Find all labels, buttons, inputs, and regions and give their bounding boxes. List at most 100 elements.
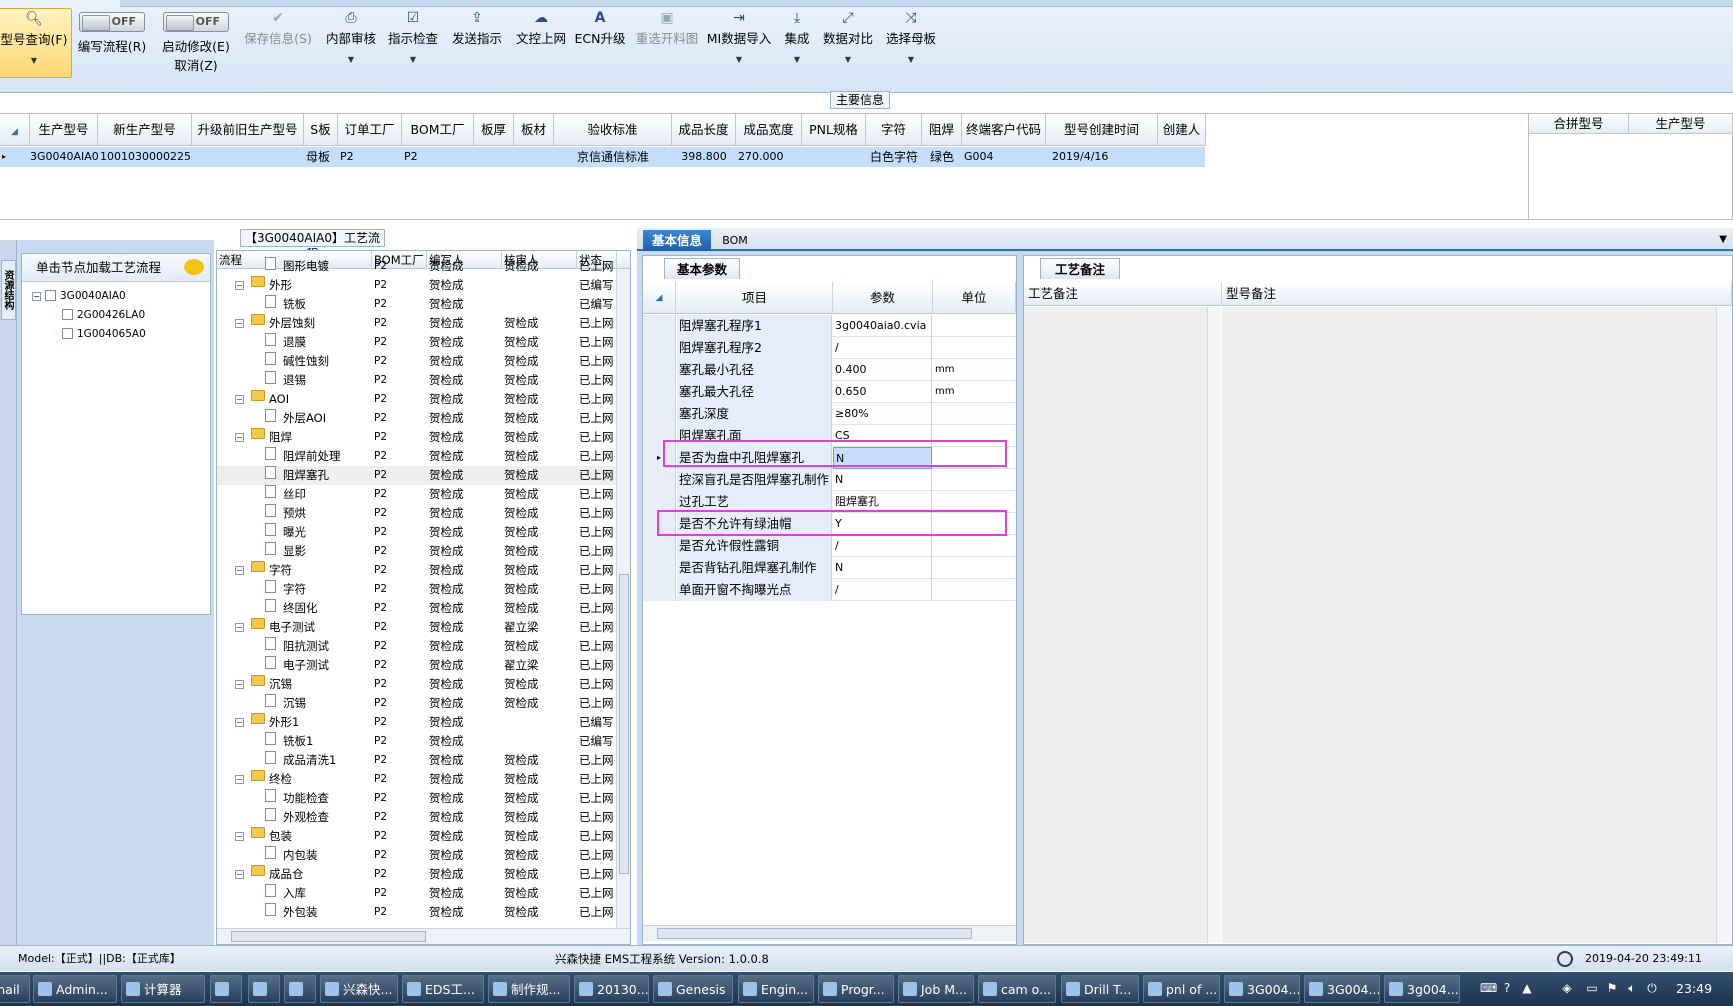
- collapse-icon[interactable]: −: [235, 832, 244, 841]
- table-row[interactable]: 是否背钻孔阻焊塞孔制作 N: [643, 557, 1016, 579]
- cell-value[interactable]: /: [833, 579, 932, 601]
- table-row[interactable]: 是否允许假性露铜 /: [643, 535, 1016, 557]
- network-icon[interactable]: ◈: [1560, 981, 1574, 995]
- tree-node-child[interactable]: 2G00426LA0: [62, 306, 145, 324]
- col-value[interactable]: 参数: [833, 282, 933, 314]
- collapse-icon[interactable]: −: [235, 433, 244, 442]
- cell-value[interactable]: 0.650: [833, 381, 932, 403]
- table-row[interactable]: 单面开窗不掏曝光点 /: [643, 579, 1016, 601]
- start-modify-toggle[interactable]: OFF: [163, 12, 229, 32]
- taskbar-item[interactable]: 3G004...: [1304, 975, 1380, 1003]
- cell-value[interactable]: ≥80%: [833, 403, 932, 425]
- table-row[interactable]: 内包装 P2 贺检成 贺检成 已上网: [217, 846, 617, 865]
- collapse-icon[interactable]: −: [235, 870, 244, 879]
- table-row[interactable]: − 外形1 P2 贺检成 已编写: [217, 713, 617, 732]
- row-header[interactable]: [643, 403, 676, 425]
- keyboard-icon[interactable]: ⌨: [1480, 981, 1497, 995]
- table-row[interactable]: 阻抗测试 P2 贺检成 贺检成 已上网: [217, 637, 617, 656]
- table-row[interactable]: − 包装 P2 贺检成 贺检成 已上网: [217, 827, 617, 846]
- row-header[interactable]: [643, 535, 676, 557]
- taskbar-item[interactable]: 3G004...: [1224, 975, 1300, 1003]
- cell-solder-mask[interactable]: 绿色: [922, 147, 962, 167]
- tray-clock[interactable]: 23:49: [1676, 972, 1712, 1006]
- data-compare-button[interactable]: ⤢ 数据对比 ▼: [820, 8, 876, 78]
- taskbar-item[interactable]: Engin...: [738, 975, 814, 1003]
- table-row[interactable]: 塞孔深度 ≥80%: [643, 403, 1016, 425]
- table-row[interactable]: 功能检查 P2 贺检成 贺检成 已上网: [217, 789, 617, 808]
- table-row[interactable]: − 终检 P2 贺检成 贺检成 已上网: [217, 770, 617, 789]
- col-bom-factory[interactable]: BOM工厂: [402, 114, 474, 146]
- comment-bubble-icon[interactable]: [184, 259, 204, 275]
- table-row[interactable]: − 外形 P2 贺检成 已编写: [217, 276, 617, 295]
- col-order-factory[interactable]: 订单工厂: [338, 114, 402, 146]
- table-row[interactable]: 控深盲孔是否阻焊塞孔制作 N: [643, 469, 1016, 491]
- tree-node-root[interactable]: −3G0040AIA0: [32, 287, 126, 305]
- tab-bom[interactable]: BOM: [715, 230, 755, 251]
- table-row[interactable]: 丝印 P2 贺检成 贺检成 已上网: [217, 485, 617, 504]
- table-row[interactable]: 显影 P2 贺检成 贺检成 已上网: [217, 542, 617, 561]
- table-row[interactable]: 阻焊塞孔程序2/: [643, 337, 1016, 359]
- collapse-icon[interactable]: −: [235, 319, 244, 328]
- cell-production-model[interactable]: 3G0040AIA0: [30, 147, 98, 167]
- cell-order-factory[interactable]: P2: [340, 147, 402, 167]
- table-row[interactable]: − 电子测试 P2 贺检成 翟立梁 已上网: [217, 618, 617, 637]
- resource-structure-tab[interactable]: 资源结构: [1, 260, 16, 320]
- cell-creator[interactable]: [1160, 147, 1206, 167]
- table-row[interactable]: 铣板1 P2 贺检成 已编写: [217, 732, 617, 751]
- collapse-icon[interactable]: −: [32, 292, 41, 301]
- remark-scrollbar[interactable]: [1716, 307, 1732, 943]
- cell-value[interactable]: /: [833, 337, 932, 359]
- cell-finished-width[interactable]: 270.000: [738, 147, 802, 167]
- table-row[interactable]: 退膜 P2 贺检成 贺检成 已上网: [217, 333, 617, 352]
- taskbar-item[interactable]: Drill T...: [1061, 975, 1139, 1003]
- flag-icon[interactable]: ⚑: [1605, 981, 1619, 995]
- instruction-check-button[interactable]: ☑ 指示检查 ▼: [384, 8, 442, 78]
- table-row[interactable]: 字符 P2 贺检成 贺检成 已上网: [217, 580, 617, 599]
- col-side-production-model[interactable]: 生产型号: [1629, 114, 1733, 134]
- cell-value[interactable]: N: [833, 469, 932, 491]
- scroll-thumb[interactable]: [657, 928, 972, 939]
- table-row[interactable]: 外包装 P2 贺检成 贺检成 已上网: [217, 903, 617, 922]
- col-s-board[interactable]: S板: [304, 114, 338, 146]
- row-header[interactable]: [643, 469, 676, 491]
- send-instruction-button[interactable]: ⇪ 发送指示: [446, 8, 508, 78]
- internal-review-button[interactable]: ⎙ 内部审核 ▼: [320, 8, 382, 78]
- col-board-material[interactable]: 板材: [514, 114, 554, 146]
- taskbar-item[interactable]: 3g004...: [1384, 975, 1460, 1003]
- row-header[interactable]: [643, 381, 676, 403]
- tab-basic-info[interactable]: 基本信息: [643, 230, 711, 251]
- table-row[interactable]: 图形电镀 P2 贺检成 贺检成 已上网: [217, 257, 617, 276]
- col-solder-mask[interactable]: 阻焊: [922, 114, 962, 146]
- col-production-model[interactable]: 生产型号: [30, 114, 98, 146]
- cell-s-board[interactable]: 母板: [306, 147, 338, 167]
- table-row[interactable]: 碱性蚀刻 P2 贺检成 贺检成 已上网: [217, 352, 617, 371]
- taskbar-item[interactable]: EDS工...: [402, 975, 484, 1003]
- table-row[interactable]: − 沉锡 P2 贺检成 贺检成 已上网: [217, 675, 617, 694]
- table-row[interactable]: 曝光 P2 贺检成 贺检成 已上网: [217, 523, 617, 542]
- write-process-toggle[interactable]: OFF: [79, 12, 145, 32]
- col-finished-length[interactable]: 成品长度: [672, 114, 736, 146]
- remark-scrollbar[interactable]: [1207, 307, 1221, 943]
- cell-model-create-time[interactable]: 2019/4/16: [1052, 147, 1158, 167]
- taskbar-item[interactable]: 制作规...: [488, 975, 570, 1003]
- collapse-icon[interactable]: −: [235, 566, 244, 575]
- cell-acceptance-standard[interactable]: 京信通信标准: [554, 147, 672, 167]
- reselect-cutting-chart-button[interactable]: ▣ 重选开料图: [630, 8, 704, 78]
- write-process-button[interactable]: OFF 编写流程(R): [74, 8, 150, 78]
- model-query-button[interactable]: 🔍︎ 型号查询(F) ▼: [0, 8, 72, 78]
- cell-character[interactable]: 白色字符: [866, 147, 922, 167]
- col-merged-model[interactable]: 合拼型号: [1529, 114, 1629, 134]
- cell-board-thickness[interactable]: [476, 147, 514, 167]
- subtab-process-remarks[interactable]: 工艺备注: [1040, 258, 1120, 279]
- col-board-thickness[interactable]: 板厚: [474, 114, 514, 146]
- save-info-button[interactable]: ✔ 保存信息(S): [242, 8, 314, 78]
- node-checkbox[interactable]: [62, 328, 73, 339]
- col-acceptance-standard[interactable]: 验收标准: [554, 114, 672, 146]
- taskbar-item[interactable]: cam o...: [978, 975, 1056, 1003]
- cell-value[interactable]: 3g0040aia0.cvia: [833, 315, 932, 337]
- table-row[interactable]: 阻焊塞孔程序1 3g0040aia0.cvia: [643, 315, 1016, 337]
- col-end-customer-code[interactable]: 终端客户代码: [962, 114, 1046, 146]
- col-character[interactable]: 字符: [866, 114, 922, 146]
- table-row[interactable]: 终固化 P2 贺检成 贺检成 已上网: [217, 599, 617, 618]
- taskbar-item[interactable]: mail: [0, 975, 30, 1003]
